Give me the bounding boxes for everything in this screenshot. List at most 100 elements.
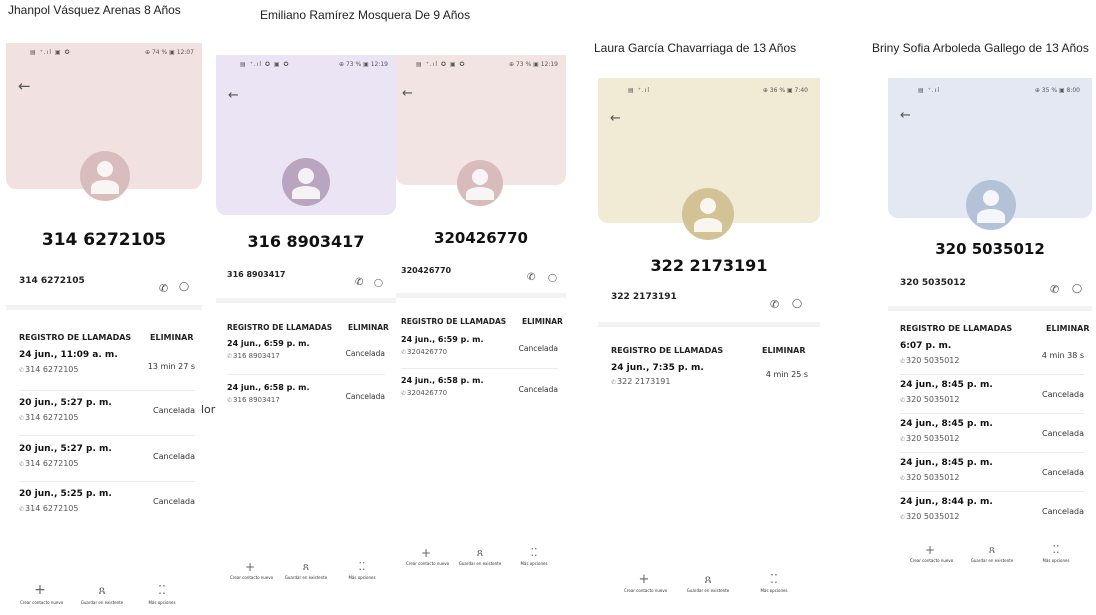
save-existing-label: Guardar en existente <box>458 561 502 566</box>
call-log-row[interactable]: 24 jun., 11:09 a. m. ✆314 6272105 13 min… <box>19 350 195 391</box>
create-contact-button[interactable]: + Crear contacto nuevo <box>230 561 273 580</box>
call-log-heading: REGISTRO DE LLAMADAS <box>227 323 333 332</box>
message-icon[interactable]: ◯ <box>548 273 557 282</box>
status-bar: ▤ ⁺.ıl ⊕ 35 % ▣ 8:00 <box>888 78 1092 94</box>
call-number: ✆314 6272105 <box>19 504 79 513</box>
more-options-label: Más opciones <box>148 600 176 605</box>
call-log-heading: REGISTRO DE LLAMADAS <box>611 346 724 355</box>
call-log-row[interactable]: 24 jun., 8:45 p. m. ✆320 5035012 Cancela… <box>900 458 1084 492</box>
call-date: 24 jun., 8:45 p. m. <box>900 419 993 429</box>
bottom-action-bar: + Crear contacto nuevo ጸ Guardar en exis… <box>396 547 566 573</box>
caption-jhanpol: Jhanpol Vásquez Arenas 8 Años <box>8 3 181 17</box>
call-number: ✆320 5035012 <box>900 473 960 482</box>
phone-screenshot-4: ▤ ⁺.ıl ⊕ 36 % ▣ 7:40 ← 322 2173191 322 2… <box>598 78 820 608</box>
call-result: 13 min 27 s <box>147 362 195 371</box>
status-icons: ▤ ⁺.ıl ✪ ▣ ✪ <box>416 61 466 68</box>
status-icons: ▤ ⁺.ıl ✪ ▣ ✪ <box>240 61 290 68</box>
more-options-button[interactable]: ⁚⁚ Más opciones <box>514 547 554 567</box>
call-number: ✆316 8903417 <box>227 352 280 360</box>
call-log-row[interactable]: 20 jun., 5:25 p. m. ✆314 6272105 Cancela… <box>19 489 195 525</box>
caption-briny: Briny Sofia Arboleda Gallego de 13 Años <box>872 41 1089 55</box>
call-log-row[interactable]: 6:07 p. m. ✆320 5035012 4 min 38 s <box>900 341 1084 375</box>
phone-number: 322 2173191 <box>611 292 677 302</box>
save-existing-button[interactable]: ጸ Guardar en existente <box>80 583 124 605</box>
save-existing-button[interactable]: ጸ Guardar en existente <box>284 561 328 581</box>
phone-small-icon: ✆ <box>900 514 906 521</box>
contact-number-title: 316 8903417 <box>247 232 365 251</box>
person-icon: ጸ <box>476 546 484 559</box>
save-existing-button[interactable]: ጸ Guardar en existente <box>458 546 502 567</box>
save-existing-button[interactable]: ጸ Guardar en existente <box>686 573 730 594</box>
call-result: Cancelada <box>1042 390 1084 399</box>
call-log-row[interactable]: 20 jun., 5:27 p. m. ✆314 6272105 Cancela… <box>19 444 195 482</box>
phone-small-icon: ✆ <box>19 461 25 468</box>
create-contact-button[interactable]: + Crear contacto nuevo <box>910 544 954 563</box>
call-result: Cancelada <box>345 349 385 358</box>
stray-text: lor <box>201 403 216 416</box>
status-battery-time: ⊕ 73 % ▣ 12:19 <box>509 61 558 68</box>
call-icon[interactable]: ✆ <box>770 298 779 311</box>
phone-small-icon: ✆ <box>611 379 617 386</box>
phone-small-icon: ✆ <box>19 367 25 374</box>
call-log-row[interactable]: 24 jun., 6:59 p. m. ✆316 8903417 Cancela… <box>227 339 385 375</box>
call-log-row[interactable]: 24 jun., 6:59 p. m. ✆320426770 Cancelada <box>401 335 558 369</box>
delete-button[interactable]: ELIMINAR <box>522 317 563 326</box>
delete-button[interactable]: ELIMINAR <box>348 323 389 332</box>
create-contact-label: Crear contacto nuevo <box>624 588 668 593</box>
call-number: ✆320 5035012 <box>900 395 960 404</box>
save-existing-label: Guardar en existente <box>80 600 124 605</box>
back-arrow-icon[interactable]: ← <box>18 79 31 94</box>
contact-number-title: 320 5035012 <box>935 240 1045 258</box>
message-icon[interactable]: ◯ <box>179 282 189 292</box>
save-existing-label: Guardar en existente <box>970 558 1014 563</box>
avatar <box>282 158 330 206</box>
call-date: 20 jun., 5:27 p. m. <box>19 444 112 454</box>
phone-screenshot-3: ▤ ⁺.ıl ✪ ▣ ✪ ⊕ 73 % ▣ 12:19 ← 320426770 … <box>396 55 566 590</box>
phone-number: 316 8903417 <box>227 270 286 279</box>
call-date: 24 jun., 6:59 p. m. <box>401 335 484 344</box>
call-log-row[interactable]: 20 jun., 5:27 p. m. ✆314 6272105 Cancela… <box>19 398 195 436</box>
message-icon[interactable]: ◯ <box>792 299 802 309</box>
save-existing-label: Guardar en existente <box>284 575 328 580</box>
message-icon[interactable]: ◯ <box>1072 284 1082 294</box>
more-options-label: Más opciones <box>760 588 788 593</box>
call-log-row[interactable]: 24 jun., 8:45 p. m. ✆320 5035012 Cancela… <box>900 380 1084 414</box>
status-bar: ▤ ⁺.ıl ⊕ 36 % ▣ 7:40 <box>598 78 820 94</box>
status-battery-time: ⊕ 36 % ▣ 7:40 <box>762 87 808 94</box>
call-log-row[interactable]: 24 jun., 6:58 p. m. ✆316 8903417 Cancela… <box>227 383 385 415</box>
create-contact-button[interactable]: + Crear contacto nuevo <box>624 573 668 593</box>
add-icon: + <box>420 546 432 560</box>
more-options-button[interactable]: ⁚⁚ Más opciones <box>342 561 382 581</box>
create-contact-button[interactable]: + Crear contacto nuevo <box>20 583 63 605</box>
avatar <box>966 180 1016 230</box>
back-arrow-icon[interactable]: ← <box>610 111 621 126</box>
bottom-action-bar: + Crear contacto nuevo ጸ Guardar en exis… <box>6 583 202 613</box>
call-icon[interactable]: ✆ <box>159 282 168 295</box>
back-arrow-icon[interactable]: ← <box>228 88 239 103</box>
back-arrow-icon[interactable]: ← <box>900 108 911 123</box>
phone-screenshot-1: ▤ ⁺.ıl ▣ ✪ ⊕ 74 % ▣ 12:07 ← 314 6272105 … <box>6 43 202 615</box>
delete-button[interactable]: ELIMINAR <box>1046 324 1090 333</box>
call-icon[interactable]: ✆ <box>1050 283 1059 296</box>
call-icon[interactable]: ✆ <box>355 277 363 288</box>
person-icon: ጸ <box>988 543 996 556</box>
delete-button[interactable]: ELIMINAR <box>762 346 806 355</box>
save-existing-button[interactable]: ጸ Guardar en existente <box>970 543 1014 564</box>
divider <box>598 322 820 327</box>
call-log-row[interactable]: 24 jun., 8:44 p. m. ✆320 5035012 Cancela… <box>900 497 1084 531</box>
call-icon[interactable]: ✆ <box>527 272 535 283</box>
create-contact-label: Crear contacto nuevo <box>910 558 954 563</box>
more-options-button[interactable]: ⁚⁚ Más opciones <box>1036 544 1076 564</box>
delete-button[interactable]: ELIMINAR <box>150 333 194 342</box>
call-date: 24 jun., 8:45 p. m. <box>900 458 993 468</box>
call-log-row[interactable]: 24 jun., 7:35 p. m. ✆322 2173191 4 min 2… <box>611 363 808 397</box>
call-log-row[interactable]: 24 jun., 6:58 p. m. ✆320426770 Cancelada <box>401 376 558 408</box>
back-arrow-icon[interactable]: ← <box>402 86 413 101</box>
message-icon[interactable]: ◯ <box>374 278 383 287</box>
more-options-button[interactable]: ⁚⁚ Más opciones <box>142 583 182 605</box>
more-options-button[interactable]: ⁚⁚ Más opciones <box>754 573 794 594</box>
call-number: ✆320 5035012 <box>900 434 960 443</box>
create-contact-button[interactable]: + Crear contacto nuevo <box>406 546 449 566</box>
call-log-row[interactable]: 24 jun., 8:45 p. m. ✆320 5035012 Cancela… <box>900 419 1084 453</box>
more-options-label: Más opciones <box>520 561 548 566</box>
